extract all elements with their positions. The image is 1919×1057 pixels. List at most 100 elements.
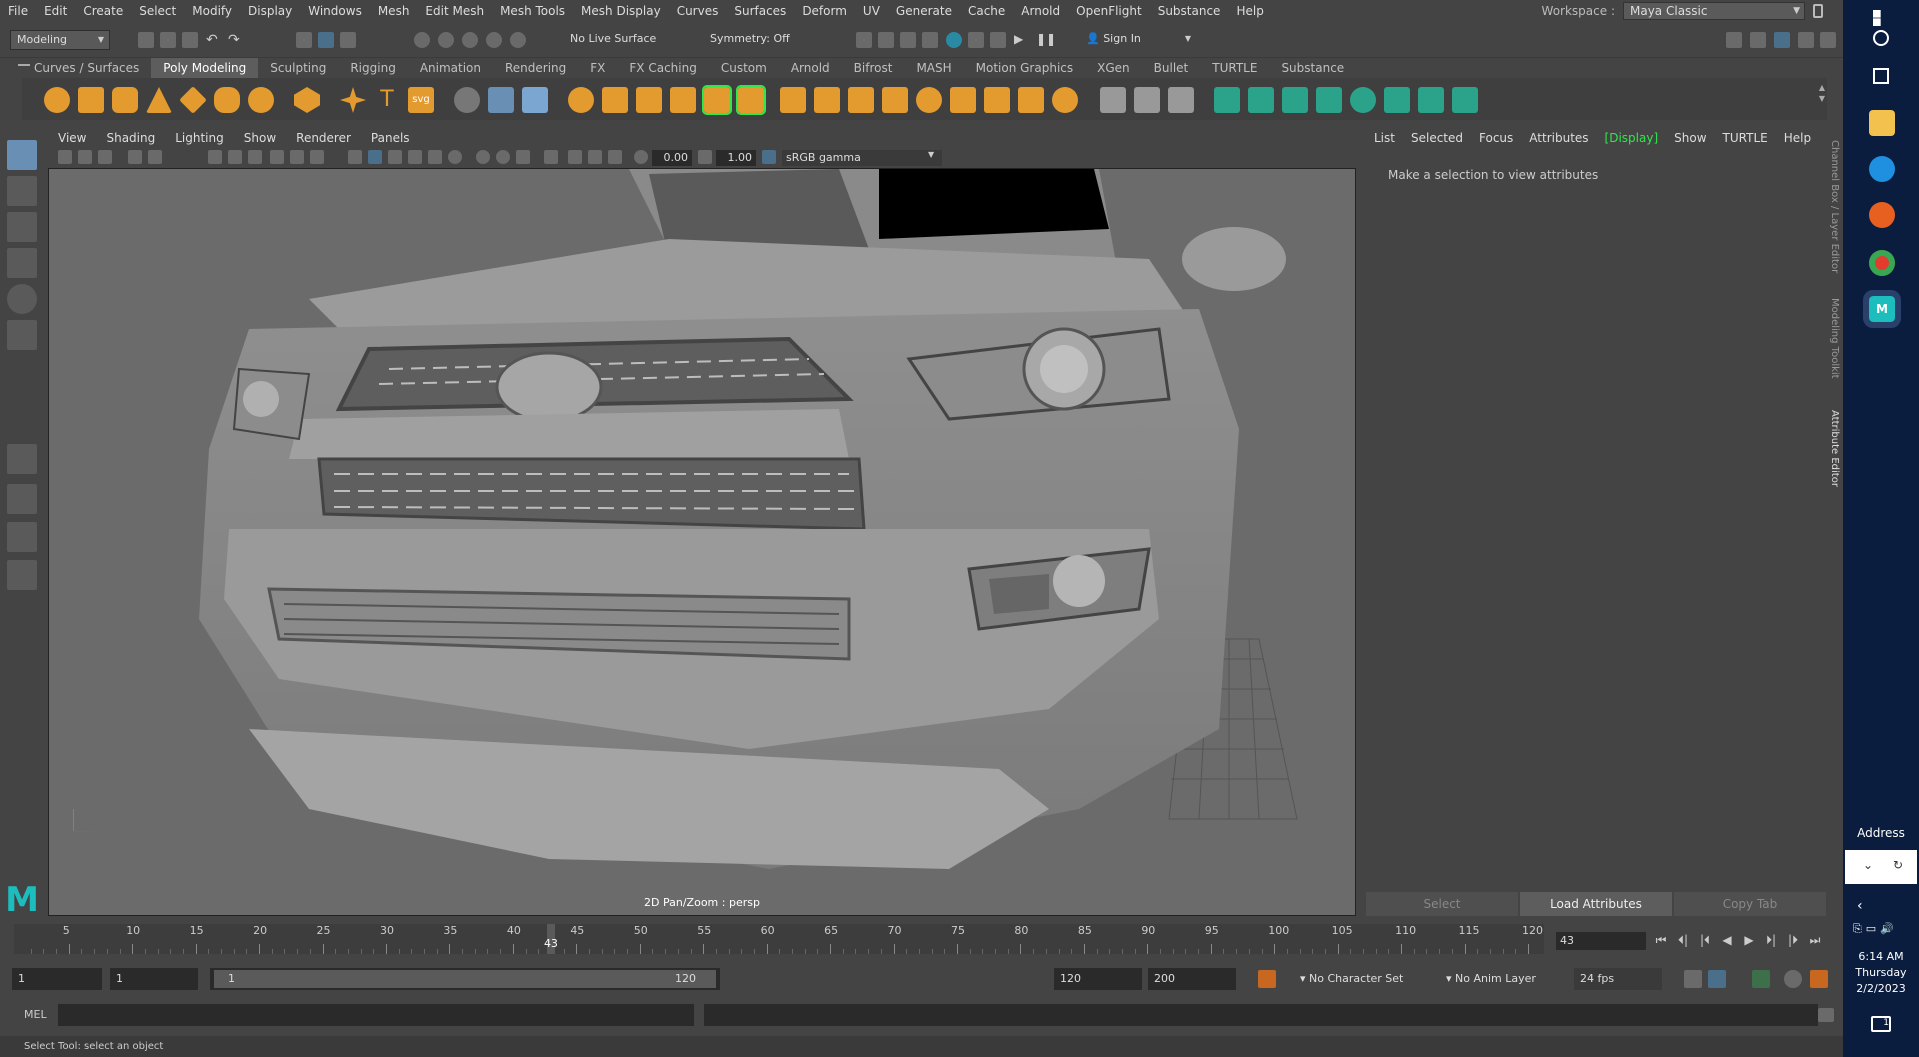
copy-tab-button[interactable]: Copy Tab	[1674, 892, 1826, 916]
uv-cylindrical-icon[interactable]	[1248, 87, 1274, 113]
color-space-dropdown[interactable]: sRGB gamma	[782, 150, 942, 166]
shelf-tab-animation[interactable]: Animation	[408, 58, 493, 78]
separate-icon[interactable]	[454, 87, 480, 113]
anti-aliasing-icon[interactable]	[516, 150, 530, 164]
remesh-icon[interactable]	[670, 87, 696, 113]
menu-curves[interactable]: Curves	[669, 0, 727, 22]
shelf-tab-xgen[interactable]: XGen	[1085, 58, 1142, 78]
character-controls-toggle-icon[interactable]	[1750, 32, 1766, 48]
mirror-icon[interactable]	[602, 87, 628, 113]
safe-action-icon[interactable]	[310, 150, 324, 164]
new-scene-icon[interactable]	[138, 32, 154, 48]
connect-icon[interactable]	[1168, 87, 1194, 113]
single-perspective-layout-icon[interactable]	[7, 444, 37, 474]
combine-icon[interactable]	[488, 87, 514, 113]
select-camera-icon[interactable]	[58, 150, 72, 164]
play-backwards-icon[interactable]: ◀	[1718, 930, 1736, 950]
light-editor-icon[interactable]	[990, 32, 1006, 48]
uv-automatic-icon[interactable]	[1316, 87, 1342, 113]
menu-mesh-tools[interactable]: Mesh Tools	[492, 0, 573, 22]
extrude-icon[interactable]	[780, 87, 806, 113]
menu-edit[interactable]: Edit	[36, 0, 75, 22]
chevron-down-icon[interactable]: ⌄	[1863, 858, 1873, 872]
menu-mesh[interactable]: Mesh	[370, 0, 418, 22]
textured-icon[interactable]	[408, 150, 422, 164]
poly-cone-icon[interactable]	[146, 87, 172, 113]
poly-cylinder-icon[interactable]	[112, 87, 138, 113]
fps-dropdown[interactable]: 24 fps	[1574, 968, 1662, 990]
uv-editor-icon[interactable]	[1384, 87, 1410, 113]
current-frame-field[interactable]: 43	[1556, 932, 1646, 950]
mel-label[interactable]: MEL	[24, 1008, 47, 1021]
merge-icon[interactable]	[916, 87, 942, 113]
viewport-menu-lighting[interactable]: Lighting	[165, 128, 234, 148]
xray-joints-icon[interactable]	[588, 150, 602, 164]
rotate-tool-icon[interactable]	[7, 284, 37, 314]
menu-substance[interactable]: Substance	[1150, 0, 1229, 22]
address-input[interactable]: ⌄ ↻	[1845, 850, 1917, 884]
open-scene-icon[interactable]	[160, 32, 176, 48]
select-tool-icon[interactable]	[7, 140, 37, 170]
circularize-icon[interactable]	[1018, 87, 1044, 113]
script-editor-icon[interactable]	[1818, 1008, 1834, 1022]
xray-components-icon[interactable]	[608, 150, 622, 164]
tray-icons[interactable]: ⎘▭🔊	[1853, 922, 1913, 938]
shadows-icon[interactable]	[448, 150, 462, 164]
tab-attribute-editor[interactable]: Attribute Editor	[1826, 410, 1843, 487]
shelf-tab-fx[interactable]: FX	[578, 58, 617, 78]
gate-mask-icon[interactable]	[270, 150, 284, 164]
shelf-tab-turtle[interactable]: TURTLE	[1200, 58, 1269, 78]
snap-grid-icon[interactable]	[414, 32, 430, 48]
shelf-tab-fx-caching[interactable]: FX Caching	[617, 58, 708, 78]
shelf-tab-motion-graphics[interactable]: Motion Graphics	[964, 58, 1086, 78]
channel-box-toggle-icon[interactable]	[1820, 32, 1836, 48]
menu-modify[interactable]: Modify	[184, 0, 240, 22]
grid-icon[interactable]	[208, 150, 222, 164]
menu-mesh-display[interactable]: Mesh Display	[573, 0, 669, 22]
maya-taskbar-icon[interactable]: M	[1863, 290, 1901, 328]
animation-end-field[interactable]: 200	[1148, 968, 1236, 990]
append-polygon-icon[interactable]	[882, 87, 908, 113]
view-transform-icon[interactable]	[762, 150, 776, 164]
snap-curve-icon[interactable]	[438, 32, 454, 48]
edge-icon[interactable]	[1869, 156, 1895, 182]
character-set-dropdown[interactable]: ▾ No Character Set	[1300, 968, 1450, 990]
shelf-tab-substance[interactable]: Substance	[1269, 58, 1356, 78]
uv-unfold-icon[interactable]	[1350, 87, 1376, 113]
menu-display[interactable]: Display	[240, 0, 300, 22]
ae-menu-display[interactable]: [Display]	[1597, 128, 1667, 148]
clock-day[interactable]: Thursday	[1843, 966, 1919, 979]
retopologize-icon[interactable]	[702, 85, 732, 115]
menu-create[interactable]: Create	[75, 0, 131, 22]
poly-plane-icon[interactable]	[214, 87, 240, 113]
xray-icon[interactable]	[568, 150, 582, 164]
snap-view-plane-icon[interactable]	[486, 32, 502, 48]
paint-select-tool-icon[interactable]	[7, 212, 37, 242]
anim-layer-dropdown[interactable]: ▾ No Anim Layer	[1446, 968, 1556, 990]
render-setup-icon[interactable]	[968, 32, 984, 48]
select-hierarchy-icon[interactable]	[296, 32, 312, 48]
menu-uv[interactable]: UV	[855, 0, 888, 22]
chrome-icon[interactable]	[1869, 250, 1895, 276]
pause-arnold-icon[interactable]: ❚❚	[1036, 32, 1056, 48]
select-object-icon[interactable]	[318, 32, 334, 48]
fill-hole-icon[interactable]	[736, 85, 766, 115]
workspace-dropdown[interactable]: Maya Classic	[1623, 2, 1805, 20]
ipr-render-icon[interactable]	[900, 32, 916, 48]
sound-icon[interactable]	[1752, 970, 1770, 988]
character-icon[interactable]	[1810, 970, 1828, 988]
camera-attributes-icon[interactable]	[78, 150, 92, 164]
step-back-frame-icon[interactable]: ⏴|	[1674, 930, 1692, 950]
cache-playback-icon[interactable]	[1708, 970, 1726, 988]
scale-tool-icon[interactable]	[7, 320, 37, 350]
hypershade-icon[interactable]	[946, 32, 962, 48]
bookmarks-icon[interactable]	[98, 150, 112, 164]
image-plane-icon[interactable]	[128, 150, 142, 164]
menu-edit-mesh[interactable]: Edit Mesh	[417, 0, 492, 22]
snap-point-icon[interactable]	[462, 32, 478, 48]
viewport-menu-shading[interactable]: Shading	[96, 128, 165, 148]
menu-file[interactable]: File	[0, 0, 36, 22]
uv-layout-icon[interactable]	[1418, 87, 1444, 113]
smooth-shade-icon[interactable]	[368, 150, 382, 164]
snap-live-surface-icon[interactable]	[510, 32, 526, 48]
